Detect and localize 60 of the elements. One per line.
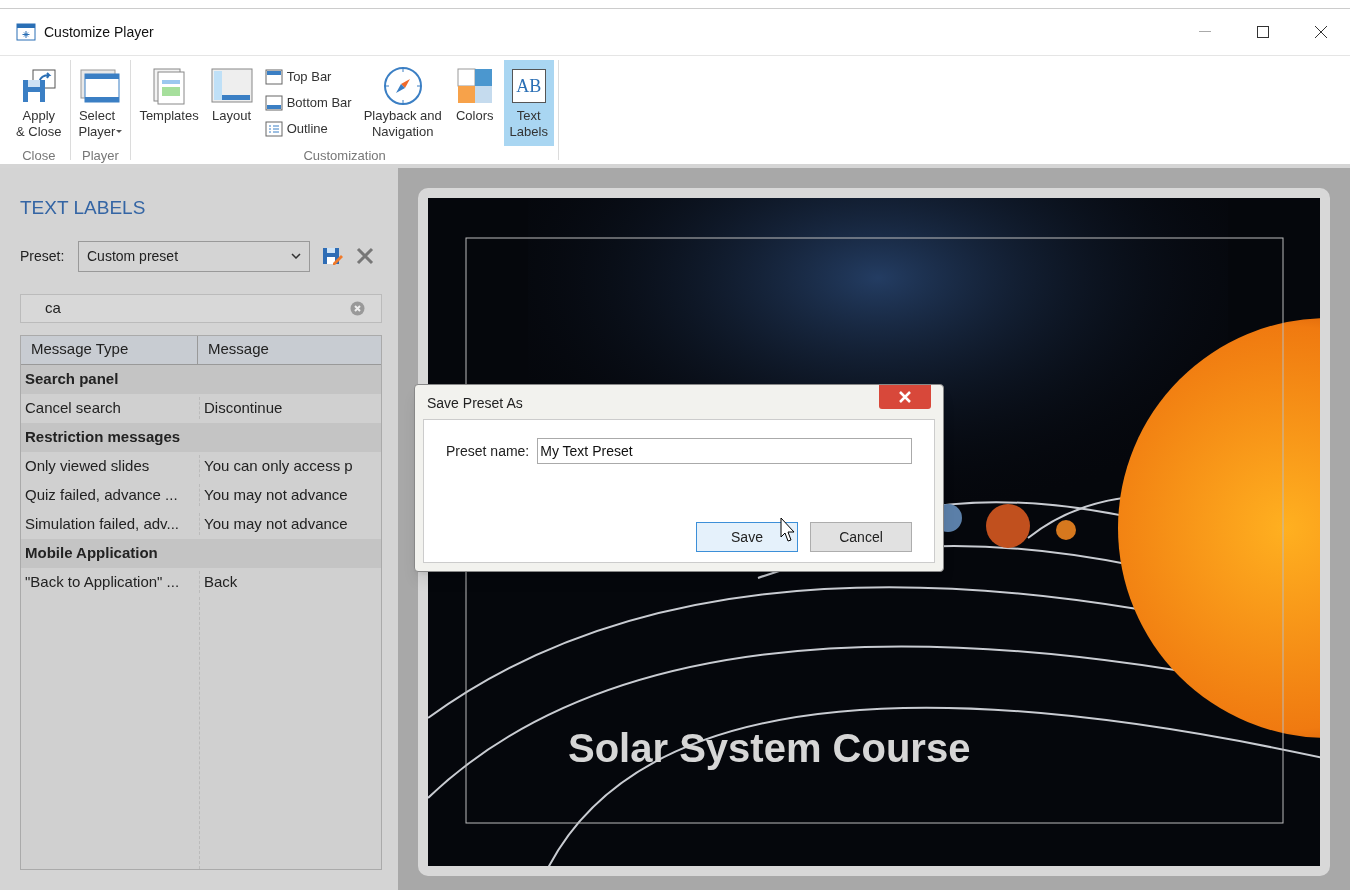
ribbon-small-button[interactable]: Bottom Bar (260, 90, 356, 116)
group-label: Mobile Application (25, 542, 158, 563)
preset-dropdown[interactable]: Custom preset (78, 240, 310, 272)
ribbon-button[interactable]: Playback and Navigation (359, 60, 446, 146)
color-squares-icon (456, 68, 493, 104)
cursor-icon (780, 517, 796, 543)
clear-icon (350, 300, 365, 316)
ribbon-small-button[interactable]: Outline (260, 116, 356, 142)
column-header[interactable]: Message Type (21, 335, 198, 364)
ribbon-button[interactable]: AB Text Labels (503, 60, 554, 146)
search-field[interactable]: ca (20, 293, 382, 323)
field-label: Preset name: (446, 441, 530, 461)
table-cell: You may not advance (199, 483, 381, 507)
preset-label: Preset: (20, 246, 66, 266)
maximize-icon (1257, 26, 1269, 38)
ribbon-small-button[interactable]: Top Bar (260, 64, 356, 90)
close-icon (356, 247, 374, 265)
document-icon (151, 67, 187, 105)
list-icon (264, 121, 283, 137)
table-cell-text: Only viewed slides (24, 455, 151, 476)
slide-title: Solar System Course (567, 725, 972, 772)
ribbon-button[interactable]: Layout (206, 60, 257, 146)
group-label: Search panel (25, 368, 119, 389)
bottom-bar-icon (264, 95, 283, 111)
window-title: Customize Player (44, 22, 154, 42)
table-cell: You can only access p (199, 454, 381, 478)
dialog-close-button[interactable] (879, 385, 931, 409)
ribbon-group-label: Customization (302, 147, 387, 165)
table-cell-text: "Back to Application" ... (24, 571, 181, 592)
ribbon-button[interactable]: Colors (449, 60, 500, 146)
ribbon-group-label: Player (81, 147, 120, 165)
window-icon (79, 68, 122, 104)
dialog-title: Save Preset As (427, 393, 524, 413)
table-cell-text: Cancel search (24, 397, 122, 418)
close-icon (1315, 26, 1327, 38)
chevron-down-icon (291, 253, 301, 259)
compass-icon (382, 66, 423, 106)
top-bar-icon (264, 69, 283, 85)
save-icon (20, 68, 57, 104)
table-cell: Back (199, 570, 381, 594)
save-pencil-icon (322, 246, 344, 266)
table-cell-text: Simulation failed, adv... (24, 513, 180, 534)
text-icon: AB (511, 69, 546, 103)
close-icon (899, 391, 911, 403)
dialog-button[interactable]: Cancel (810, 522, 912, 552)
group-label: Restriction messages (25, 426, 181, 447)
app-icon (16, 23, 36, 41)
ribbon-button[interactable]: Templates (135, 60, 203, 146)
ribbon-group-label: Close (21, 147, 57, 165)
dialog-button[interactable]: Save (696, 522, 798, 552)
preset-name-field[interactable]: My Text Preset (537, 438, 912, 464)
ribbon-button[interactable]: Select Player (74, 60, 127, 146)
table-cell-text: Quiz failed, advance ... (24, 484, 179, 505)
ribbon-button[interactable]: Apply & Close (12, 60, 66, 146)
column-header[interactable]: Message (198, 335, 381, 364)
layout-icon (210, 68, 253, 104)
minimize-icon (1199, 31, 1211, 33)
table-cell: You may not advance (199, 512, 381, 536)
panel-title: TEXT LABELS (20, 196, 147, 220)
table-cell: Discontinue (199, 396, 381, 420)
